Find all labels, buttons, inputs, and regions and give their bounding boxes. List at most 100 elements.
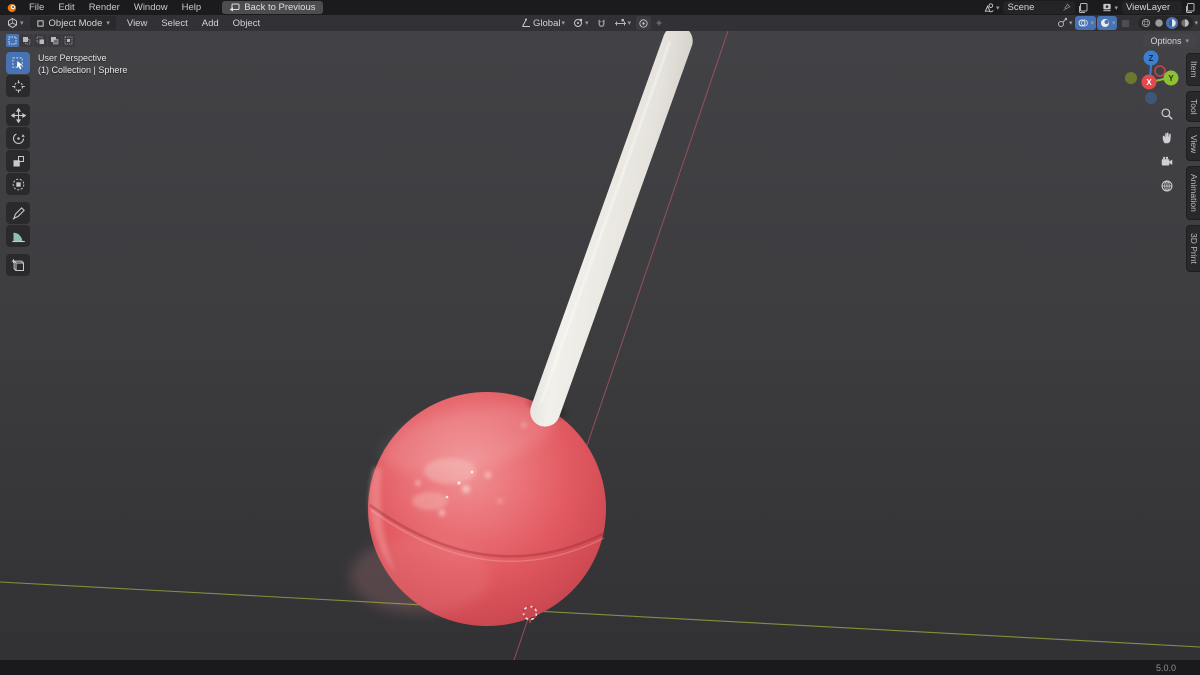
pan-view-button[interactable] <box>1158 129 1176 147</box>
select-mode-intersect-button[interactable] <box>62 34 75 47</box>
shading-wireframe-button[interactable] <box>1140 17 1152 29</box>
chevron-down-icon: ▾ <box>1068 20 1073 27</box>
menu-add[interactable]: Add <box>195 16 226 31</box>
tab-view[interactable]: View <box>1186 127 1200 162</box>
tool-measure-button[interactable] <box>6 225 30 247</box>
tool-cursor-button[interactable] <box>6 75 30 97</box>
object-mode-icon <box>36 19 44 27</box>
new-scene-icon[interactable] <box>1077 2 1089 14</box>
menu-file[interactable]: File <box>22 0 51 15</box>
shading-solid-button[interactable] <box>1153 17 1165 29</box>
chevron-down-icon: ▾ <box>1090 20 1094 27</box>
wireframe-shading-icon <box>1142 18 1151 28</box>
navigation-gizmo[interactable]: Z Y X <box>1125 50 1179 105</box>
tool-add-cube-button[interactable] <box>6 254 30 276</box>
back-arrow-icon <box>229 3 240 12</box>
editor-type-button[interactable]: ▾ <box>4 16 26 30</box>
version-label: 5.0.0 <box>1155 662 1176 673</box>
new-viewlayer-icon[interactable] <box>1184 2 1196 14</box>
chevron-down-icon: ▾ <box>20 20 24 27</box>
menu-window[interactable]: Window <box>127 0 175 15</box>
shading-material-preview-button[interactable] <box>1166 17 1179 29</box>
gizmo-axis-y[interactable]: Y <box>1163 70 1179 86</box>
tool-scale-button[interactable] <box>6 150 30 172</box>
proportional-editing-icon <box>639 18 648 28</box>
back-to-previous-label: Back to Previous <box>244 2 316 13</box>
menu-edit[interactable]: Edit <box>51 0 81 15</box>
select-mode-row <box>6 34 75 47</box>
toggle-perspective-button[interactable] <box>1158 177 1176 195</box>
gizmo-axis-neg-z[interactable] <box>1145 92 1157 104</box>
chevron-down-icon: ▾ <box>1185 37 1189 45</box>
gizmo-axis-z[interactable]: Z <box>1143 50 1159 66</box>
camera-view-button[interactable] <box>1158 153 1176 171</box>
tab-3d-print[interactable]: 3D Print <box>1186 225 1200 272</box>
viewlayer-name-field[interactable]: ViewLayer <box>1122 1 1182 14</box>
select-mode-new-button[interactable] <box>6 34 19 47</box>
zoom-view-button[interactable] <box>1158 105 1176 123</box>
scene-icon <box>984 3 994 13</box>
proportional-falloff-icon[interactable] <box>654 18 664 28</box>
svg-text:Y: Y <box>1168 74 1174 83</box>
orientation-label: Global <box>533 17 561 29</box>
options-label: Options <box>1150 35 1182 46</box>
shading-rendered-button[interactable] <box>1179 17 1191 29</box>
mode-selector-label: Object Mode <box>48 17 103 29</box>
active-object-label: (1) Collection | Sphere <box>38 65 128 75</box>
gizmo-axis-neg-x[interactable] <box>1154 65 1166 77</box>
tool-annotate-button[interactable] <box>6 202 30 224</box>
scene-browse-button[interactable]: ▾ <box>981 1 1002 15</box>
gizmo-axis-neg-y[interactable] <box>1125 72 1137 84</box>
pin-icon[interactable] <box>1062 3 1072 12</box>
viewlayer-name: ViewLayer <box>1126 2 1171 13</box>
menu-select[interactable]: Select <box>154 16 194 31</box>
tab-item[interactable]: Item <box>1186 53 1200 86</box>
transform-orientation-button[interactable]: Global ▾ <box>518 16 567 30</box>
show-gizmo-button[interactable]: ▾ <box>1054 16 1075 30</box>
proportional-editing-button[interactable] <box>636 16 652 30</box>
y-axis-line <box>0 581 1200 648</box>
tab-tool[interactable]: Tool <box>1186 90 1200 123</box>
viewport-overlay-text: User Perspective (1) Collection | Sphere <box>38 52 127 76</box>
scene-canvas[interactable]: Z Y X <box>0 31 1200 660</box>
mode-selector[interactable]: Object Mode ▾ <box>29 16 116 30</box>
chevron-down-icon: ▾ <box>995 4 1000 12</box>
snap-settings-button[interactable]: ▾ <box>612 16 634 30</box>
menu-object[interactable]: Object <box>226 16 267 31</box>
menu-render[interactable]: Render <box>82 0 127 15</box>
overlays-icon <box>1078 19 1089 27</box>
viewlayer-browse-button[interactable]: ▾ <box>1099 1 1120 15</box>
scene-name-field[interactable]: Scene <box>1003 1 1076 14</box>
select-mode-invert-button[interactable] <box>48 34 61 47</box>
chevron-down-icon: ▾ <box>1111 20 1116 27</box>
shading-dropdown-chevron-icon[interactable]: ▾ <box>1194 19 1198 27</box>
tool-transform-button[interactable] <box>6 173 30 195</box>
tool-move-button[interactable] <box>6 104 30 126</box>
pivot-point-icon <box>573 18 583 27</box>
options-button[interactable]: Options ▾ <box>1143 34 1196 47</box>
chevron-down-icon: ▾ <box>584 20 589 27</box>
menu-help[interactable]: Help <box>175 0 209 15</box>
lollipop-candy[interactable] <box>350 391 606 626</box>
tab-animation[interactable]: Animation <box>1186 166 1200 221</box>
toggle-xray-alt-button[interactable] <box>1118 16 1133 30</box>
tool-select-box-button[interactable] <box>6 52 30 74</box>
stick-highlight <box>539 40 672 404</box>
show-overlays-button[interactable]: ▾ <box>1075 16 1096 30</box>
pivot-point-button[interactable]: ▾ <box>570 16 591 30</box>
magnet-icon <box>598 19 604 27</box>
topbar-right: ▾ Scene ▾ ViewLayer <box>981 1 1200 15</box>
select-mode-subtract-button[interactable] <box>34 34 47 47</box>
xray-toggle-button[interactable]: ▾ <box>1096 16 1118 30</box>
select-mode-extend-button[interactable] <box>20 34 33 47</box>
shading-mode-group <box>1138 16 1194 30</box>
menu-view[interactable]: View <box>120 16 154 31</box>
snap-toggle-button[interactable] <box>594 16 609 30</box>
blender-window: File Edit Render Window Help Back to Pre… <box>0 0 1200 675</box>
xray-box-icon <box>1122 19 1130 27</box>
gizmo-axis-x[interactable]: X <box>1141 74 1157 90</box>
3d-viewport[interactable]: Z Y X User Perspective (1) Collection | … <box>0 31 1200 660</box>
back-to-previous-button[interactable]: Back to Previous <box>222 1 323 14</box>
tool-rotate-button[interactable] <box>6 127 30 149</box>
solid-shading-icon <box>1155 19 1164 27</box>
